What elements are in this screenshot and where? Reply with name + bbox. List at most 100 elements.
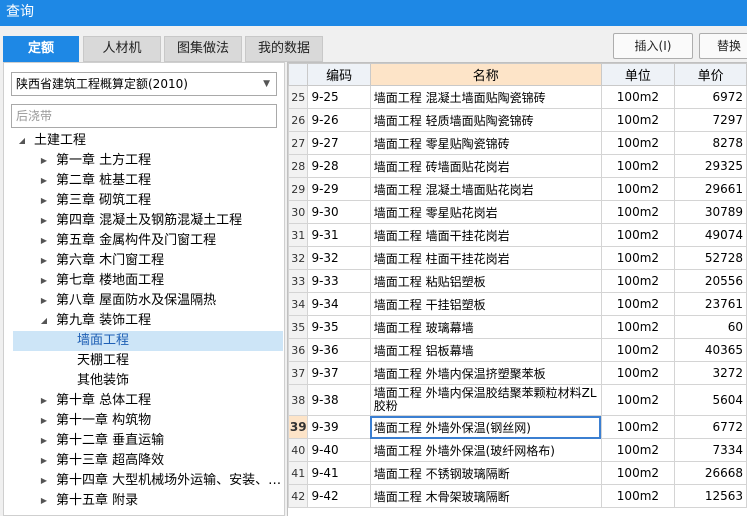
expand-triangle-icon[interactable]: ▶: [38, 491, 50, 511]
column-header-code[interactable]: 编码: [307, 63, 371, 86]
expand-triangle-icon[interactable]: ▶: [38, 151, 50, 171]
table-row[interactable]: 39 9-39 墙面工程 外墙外保温(钢丝网) 100m2 6772: [288, 415, 747, 439]
name-cell[interactable]: 墙面工程 外墙外保温(玻纤网格布): [369, 438, 602, 462]
expand-triangle-icon[interactable]: ▶: [38, 191, 50, 211]
row-number-cell[interactable]: 26: [288, 108, 309, 132]
expand-triangle-icon[interactable]: ▶: [38, 251, 50, 271]
tree-node-chapter-15[interactable]: ▶ 第十五章 附录: [4, 491, 284, 511]
tree-node-chapter-12[interactable]: ▶ 第十二章 垂直运输: [4, 431, 284, 451]
tree-node-chapter-5[interactable]: ▶ 第五章 金属构件及门窗工程: [4, 231, 284, 251]
unit-cell[interactable]: 100m2: [600, 415, 676, 439]
name-cell[interactable]: 墙面工程 混凝土墙面贴陶瓷锦砖: [369, 85, 602, 109]
unit-cell[interactable]: 100m2: [600, 108, 676, 132]
tree-node-chapter-11[interactable]: ▶ 第十一章 构筑物: [4, 411, 284, 431]
name-cell[interactable]: 墙面工程 墙面干挂花岗岩: [369, 223, 602, 247]
name-cell[interactable]: 墙面工程 零星贴花岗岩: [369, 200, 602, 224]
code-cell[interactable]: 9-42: [307, 484, 371, 508]
unit-cell[interactable]: 100m2: [600, 223, 676, 247]
price-cell[interactable]: 26668: [674, 461, 747, 485]
row-number-cell[interactable]: 33: [288, 269, 309, 293]
table-row[interactable]: 37 9-37 墙面工程 外墙内保温挤塑聚苯板 100m2 3272: [288, 361, 747, 385]
table-row[interactable]: 30 9-30 墙面工程 零星贴花岗岩 100m2 30789: [288, 200, 747, 224]
tree-node-chapter-1[interactable]: ▶ 第一章 土方工程: [4, 151, 284, 171]
row-number-cell[interactable]: 40: [288, 438, 309, 462]
tree-node-wall-works[interactable]: 墙面工程: [13, 331, 283, 351]
expand-triangle-icon[interactable]: ▶: [38, 231, 50, 251]
table-row[interactable]: 32 9-32 墙面工程 柱面干挂花岗岩 100m2 52728: [288, 246, 747, 270]
tree-node-ceiling-works[interactable]: 天棚工程: [4, 351, 284, 371]
tab-atlas-practice[interactable]: 图集做法: [164, 36, 242, 62]
insert-button[interactable]: 插入(I): [613, 33, 693, 59]
name-cell[interactable]: 墙面工程 轻质墙面贴陶瓷锦砖: [369, 108, 602, 132]
expand-triangle-icon[interactable]: ▶: [38, 211, 50, 231]
row-number-cell[interactable]: 25: [288, 85, 309, 109]
price-cell[interactable]: 12563: [674, 484, 747, 508]
price-cell[interactable]: 3272: [674, 361, 747, 385]
code-cell[interactable]: 9-25: [307, 85, 371, 109]
price-cell[interactable]: 5604: [674, 384, 747, 416]
price-cell[interactable]: 8278: [674, 131, 747, 155]
tree-node-chapter-3[interactable]: ▶ 第三章 砌筑工程: [4, 191, 284, 211]
price-cell[interactable]: 30789: [674, 200, 747, 224]
table-row[interactable]: 33 9-33 墙面工程 粘贴铝塑板 100m2 20556: [288, 269, 747, 293]
tree-node-chapter-8[interactable]: ▶ 第八章 屋面防水及保温隔热: [4, 291, 284, 311]
expand-triangle-icon[interactable]: ▶: [38, 471, 50, 491]
column-header-unit[interactable]: 单位: [600, 63, 676, 86]
expand-triangle-icon[interactable]: ▶: [38, 291, 50, 311]
unit-cell[interactable]: 100m2: [600, 131, 676, 155]
name-cell[interactable]: 墙面工程 不锈钢玻璃隔断: [369, 461, 602, 485]
name-cell[interactable]: 墙面工程 粘贴铝塑板: [369, 269, 602, 293]
price-cell[interactable]: 7297: [674, 108, 747, 132]
row-number-header[interactable]: [288, 63, 309, 86]
tree-node-chapter-2[interactable]: ▶ 第二章 桩基工程: [4, 171, 284, 191]
price-cell[interactable]: 60: [674, 315, 747, 339]
table-row[interactable]: 38 9-38 墙面工程 外墙内保温胶结聚苯颗粒材料ZL胶粉 100m2 5604: [288, 384, 747, 416]
row-number-cell[interactable]: 28: [288, 154, 309, 178]
row-number-cell[interactable]: 30: [288, 200, 309, 224]
unit-cell[interactable]: 100m2: [600, 384, 676, 416]
tree-node-chapter-10[interactable]: ▶ 第十章 总体工程: [4, 391, 284, 411]
tree-node-civil-works[interactable]: ◢ 土建工程: [4, 131, 284, 151]
tree-node-chapter-13[interactable]: ▶ 第十三章 超高降效: [4, 451, 284, 471]
name-cell[interactable]: 墙面工程 玻璃幕墙: [369, 315, 602, 339]
name-cell[interactable]: 墙面工程 干挂铝塑板: [369, 292, 602, 316]
row-number-cell[interactable]: 31: [288, 223, 309, 247]
expand-triangle-icon[interactable]: ▶: [38, 411, 50, 431]
unit-cell[interactable]: 100m2: [600, 246, 676, 270]
name-cell[interactable]: 墙面工程 木骨架玻璃隔断: [369, 484, 602, 508]
unit-cell[interactable]: 100m2: [600, 461, 676, 485]
unit-cell[interactable]: 100m2: [600, 200, 676, 224]
tab-labor-material-machine[interactable]: 人材机: [83, 36, 161, 62]
column-header-name[interactable]: 名称: [369, 63, 602, 86]
expand-triangle-icon[interactable]: ▶: [38, 431, 50, 451]
row-number-cell[interactable]: 37: [288, 361, 309, 385]
row-number-cell[interactable]: 27: [288, 131, 309, 155]
row-number-cell[interactable]: 32: [288, 246, 309, 270]
table-row[interactable]: 28 9-28 墙面工程 砖墙面贴花岗岩 100m2 29325: [288, 154, 747, 178]
code-cell[interactable]: 9-37: [307, 361, 371, 385]
tab-my-data[interactable]: 我的数据: [245, 36, 323, 62]
row-number-cell[interactable]: 42: [288, 484, 309, 508]
code-cell[interactable]: 9-32: [307, 246, 371, 270]
search-input[interactable]: 后浇带: [11, 104, 277, 128]
unit-cell[interactable]: 100m2: [600, 85, 676, 109]
price-cell[interactable]: 52728: [674, 246, 747, 270]
name-cell[interactable]: 墙面工程 零星贴陶瓷锦砖: [369, 131, 602, 155]
expand-triangle-icon[interactable]: ▶: [38, 391, 50, 411]
table-row[interactable]: 29 9-29 墙面工程 混凝土墙面贴花岗岩 100m2 29661: [288, 177, 747, 201]
tree-node-chapter-9[interactable]: ◢ 第九章 装饰工程: [4, 311, 284, 331]
name-cell[interactable]: 墙面工程 外墙外保温(钢丝网): [369, 415, 602, 439]
table-row[interactable]: 40 9-40 墙面工程 外墙外保温(玻纤网格布) 100m2 7334: [288, 438, 747, 462]
table-row[interactable]: 26 9-26 墙面工程 轻质墙面贴陶瓷锦砖 100m2 7297: [288, 108, 747, 132]
quota-library-select[interactable]: 陕西省建筑工程概算定额(2010) ▼: [11, 72, 277, 96]
table-row[interactable]: 41 9-41 墙面工程 不锈钢玻璃隔断 100m2 26668: [288, 461, 747, 485]
code-cell[interactable]: 9-30: [307, 200, 371, 224]
price-cell[interactable]: 29661: [674, 177, 747, 201]
code-cell[interactable]: 9-36: [307, 338, 371, 362]
price-cell[interactable]: 6972: [674, 85, 747, 109]
unit-cell[interactable]: 100m2: [600, 484, 676, 508]
column-header-price[interactable]: 单价: [674, 63, 747, 86]
tree-node-other-decoration[interactable]: 其他装饰: [4, 371, 284, 391]
table-row[interactable]: 35 9-35 墙面工程 玻璃幕墙 100m2 60: [288, 315, 747, 339]
expand-triangle-icon[interactable]: ▶: [38, 451, 50, 471]
